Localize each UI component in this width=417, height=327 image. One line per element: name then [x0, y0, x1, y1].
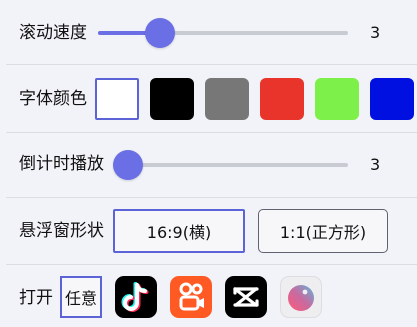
kuaishou-icon [179, 282, 204, 311]
countdown-slider-thumb[interactable] [113, 150, 143, 180]
color-swatch-gray[interactable] [205, 78, 249, 120]
scroll-speed-label: 滚动速度 [19, 23, 87, 43]
any-app-label: 任意 [64, 289, 97, 308]
color-swatch-black[interactable] [150, 78, 194, 120]
scroll-speed-row: 滚动速度 3 [0, 0, 417, 64]
countdown-value: 3 [370, 155, 381, 174]
aspect-16-9-label: 16:9(横) [146, 223, 212, 242]
kuaishou-app-button[interactable] [170, 276, 212, 318]
scroll-speed-slider-thumb[interactable] [145, 18, 175, 48]
camera-lens-icon [288, 285, 314, 311]
color-swatch-green[interactable] [315, 78, 359, 120]
aspect-1-1-label: 1:1(正方形) [279, 223, 367, 242]
camera-app-button[interactable] [280, 276, 322, 318]
color-swatch-blue[interactable] [370, 78, 414, 120]
aspect-16-9-button[interactable]: 16:9(横) [113, 209, 245, 253]
scroll-speed-slider[interactable] [98, 31, 348, 35]
scroll-speed-value: 3 [370, 23, 381, 42]
color-swatch-red[interactable] [260, 78, 304, 120]
float-window-shape-label: 悬浮窗形状 [19, 221, 104, 241]
aspect-1-1-button[interactable]: 1:1(正方形) [258, 209, 388, 253]
font-color-label: 字体颜色 [19, 89, 87, 109]
countdown-row: 倒计时播放 3 [0, 133, 417, 197]
capcut-app-button[interactable] [225, 276, 267, 318]
divider [6, 264, 417, 265]
tiktok-icon [121, 282, 149, 312]
tiktok-app-button[interactable] [115, 276, 157, 318]
open-with-label: 打开 [19, 288, 53, 308]
capcut-icon [233, 287, 259, 307]
color-swatch-white[interactable] [95, 78, 139, 120]
countdown-label: 倒计时播放 [19, 154, 104, 174]
any-app-button[interactable]: 任意 [60, 276, 102, 318]
countdown-slider[interactable] [115, 163, 348, 167]
